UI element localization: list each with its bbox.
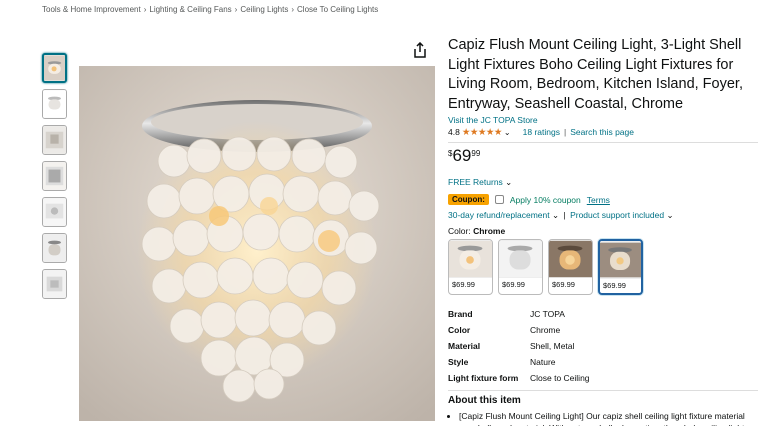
price-whole: 69 bbox=[452, 146, 472, 165]
thumbnail-2[interactable] bbox=[42, 89, 67, 119]
rating-row: 4.8 ★★★★★ ⌄ 18 ratings | Search this pag… bbox=[448, 126, 758, 138]
ratings-count-link[interactable]: 18 ratings bbox=[523, 127, 560, 137]
about-list: [Capiz Flush Mount Ceiling Light] Our ca… bbox=[448, 410, 758, 426]
support-link[interactable]: Product support included bbox=[570, 210, 664, 220]
terms-link[interactable]: Terms bbox=[587, 195, 610, 205]
spec-row: Color Chrome bbox=[448, 322, 758, 338]
swatch-2[interactable]: $69.99 bbox=[498, 239, 543, 295]
spec-key: Material bbox=[448, 341, 481, 351]
thumbnail-4[interactable] bbox=[42, 161, 67, 191]
about-item: [Capiz Flush Mount Ceiling Light] Our ca… bbox=[459, 410, 758, 426]
spec-value: Close to Ceiling bbox=[530, 373, 590, 383]
refund-row: 30-day refund/replacement ⌄ | Product su… bbox=[448, 210, 758, 221]
rating-value: 4.8 bbox=[448, 127, 460, 137]
spec-value: Chrome bbox=[530, 325, 561, 335]
swatch-price: $69.99 bbox=[502, 280, 525, 289]
price: $ 69 99 bbox=[448, 147, 758, 169]
apply-coupon-label[interactable]: Apply 10% coupon bbox=[510, 195, 581, 205]
swatch-1[interactable]: $69.99 bbox=[448, 239, 493, 295]
spec-value: Shell, Metal bbox=[530, 341, 575, 351]
thumbnail-3[interactable] bbox=[42, 125, 67, 155]
coupon-row: Coupon: Apply 10% coupon Terms bbox=[448, 193, 758, 206]
thumbnail-7[interactable] bbox=[42, 269, 67, 299]
breadcrumb-tools[interactable]: Tools & Home Improvement bbox=[42, 5, 141, 14]
swatch-3[interactable]: $69.99 bbox=[548, 239, 593, 295]
refund-link[interactable]: 30-day refund/replacement bbox=[448, 210, 550, 220]
spec-key: Brand bbox=[448, 309, 473, 319]
share-icon[interactable] bbox=[413, 41, 427, 58]
separator: | bbox=[563, 210, 566, 220]
spec-row: Light fixture form Close to Ceiling bbox=[448, 370, 758, 386]
chevron-down-icon[interactable]: ⌄ bbox=[552, 210, 559, 220]
spec-key: Color bbox=[448, 325, 471, 335]
spec-key: Style bbox=[448, 357, 469, 367]
spec-row: Material Shell, Metal bbox=[448, 338, 758, 354]
chevron-down-icon[interactable]: ⌄ bbox=[504, 128, 511, 137]
store-link[interactable]: Visit the JC TOPA Store bbox=[448, 115, 758, 125]
spec-row: Brand JC TOPA bbox=[448, 306, 758, 322]
free-returns-label: FREE Returns bbox=[448, 177, 503, 187]
breadcrumb: Tools & Home Improvement › Lighting & Ceil… bbox=[42, 5, 379, 14]
spec-table: Brand JC TOPA Color Chrome Material Shel… bbox=[448, 306, 758, 386]
spec-value: JC TOPA bbox=[530, 309, 565, 319]
spec-row: Style Nature bbox=[448, 354, 758, 370]
swatch-price: $69.99 bbox=[603, 281, 626, 290]
main-product-image[interactable] bbox=[79, 66, 435, 421]
breadcrumb-ceiling-lights[interactable]: Ceiling Lights bbox=[240, 5, 288, 14]
coupon-badge: Coupon: bbox=[448, 194, 489, 205]
free-returns-link[interactable]: FREE Returns ⌄ bbox=[448, 177, 758, 188]
chevron-down-icon[interactable]: ⌄ bbox=[666, 210, 673, 220]
divider bbox=[448, 142, 758, 143]
search-page-link[interactable]: Search this page bbox=[570, 127, 634, 137]
breadcrumb-close-to-ceiling[interactable]: Close To Ceiling Lights bbox=[297, 5, 378, 14]
chevron-down-icon: ⌄ bbox=[505, 177, 513, 187]
divider bbox=[448, 390, 758, 391]
color-value: Chrome bbox=[473, 226, 506, 236]
spec-value: Nature bbox=[530, 357, 556, 367]
coupon-checkbox[interactable] bbox=[494, 195, 504, 204]
thumbnail-1[interactable] bbox=[42, 53, 67, 83]
thumbnail-5[interactable] bbox=[42, 197, 67, 227]
swatch-price: $69.99 bbox=[552, 280, 575, 289]
swatch-price: $69.99 bbox=[452, 280, 475, 289]
thumbnail-strip bbox=[42, 53, 67, 305]
product-title: Capiz Flush Mount Ceiling Light, 3-Light… bbox=[448, 37, 743, 112]
color-swatches: $69.99 $69.99 $69.99 $69.99 bbox=[448, 239, 758, 295]
star-rating-icon[interactable]: ★★★★★ bbox=[462, 127, 503, 138]
price-fraction: 99 bbox=[471, 149, 481, 158]
product-info: Capiz Flush Mount Ceiling Light, 3-Light… bbox=[448, 36, 758, 426]
thumbnail-6[interactable] bbox=[42, 233, 67, 263]
about-title: About this item bbox=[448, 395, 521, 406]
spec-key: Light fixture form bbox=[448, 373, 519, 383]
breadcrumb-lighting[interactable]: Lighting & Ceiling Fans bbox=[149, 5, 231, 14]
color-label: Color: Chrome bbox=[448, 226, 506, 236]
separator: | bbox=[563, 127, 567, 137]
swatch-4-selected[interactable]: $69.99 bbox=[598, 239, 643, 295]
